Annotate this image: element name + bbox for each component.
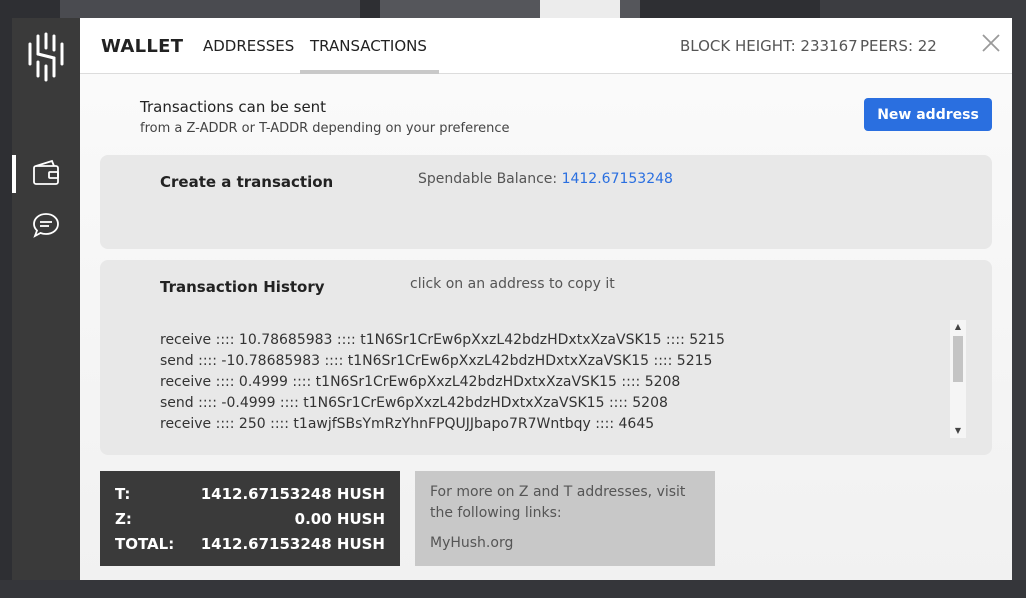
background-shape <box>60 0 360 20</box>
t-balance-value: 1412.67153248 HUSH <box>200 485 385 503</box>
sidebar <box>12 18 80 580</box>
chat-icon[interactable] <box>32 211 60 239</box>
background-shape <box>0 580 1026 598</box>
list-item[interactable]: receive :::: 250 :::: t1awjfSBsYmRzYhnFP… <box>160 414 950 435</box>
intro-title: Transactions can be sent <box>140 98 327 116</box>
intro-subtitle: from a Z-ADDR or T-ADDR depending on you… <box>140 121 510 136</box>
spendable-balance-label: Spendable Balance: <box>418 171 562 187</box>
top-bar: WALLET ADDRESSES TRANSACTIONS BLOCK HEIG… <box>80 18 1012 74</box>
block-height: BLOCK HEIGHT: 233167 <box>680 37 858 55</box>
spendable-balance-value[interactable]: 1412.67153248 <box>562 171 673 187</box>
new-address-button[interactable]: New address <box>864 98 992 131</box>
scroll-down-icon[interactable]: ▼ <box>950 424 966 438</box>
page-title: WALLET <box>101 36 184 57</box>
myhush-link[interactable]: MyHush.org <box>430 535 513 551</box>
t-balance-label: T: <box>115 485 131 503</box>
create-transaction-panel: Create a transaction Spendable Balance: … <box>100 155 992 249</box>
history-scrollbar[interactable]: ▲ ▼ <box>950 320 966 438</box>
close-icon[interactable] <box>980 32 1002 54</box>
tab-addresses[interactable]: ADDRESSES <box>203 37 294 55</box>
z-balance-label: Z: <box>115 510 132 528</box>
background-shape <box>540 0 620 20</box>
total-balance-value: 1412.67153248 HUSH <box>200 535 385 553</box>
z-balance-value: 0.00 HUSH <box>294 510 385 528</box>
list-item[interactable]: send :::: -10.78685983 :::: t1N6Sr1CrEw6… <box>160 351 950 372</box>
list-item[interactable]: receive :::: 0.4999 :::: t1N6Sr1CrEw6pXx… <box>160 372 950 393</box>
balance-totals: T: 1412.67153248 HUSH Z: 0.00 HUSH TOTAL… <box>100 471 400 566</box>
transaction-history-panel: Transaction History click on an address … <box>100 260 992 455</box>
background-shape <box>820 0 1026 20</box>
transaction-list[interactable]: receive :::: 10.78685983 :::: t1N6Sr1CrE… <box>160 330 950 442</box>
hush-logo-icon <box>26 30 66 82</box>
wallet-icon[interactable] <box>32 159 60 187</box>
create-transaction-title: Create a transaction <box>160 173 334 191</box>
total-balance-label: TOTAL: <box>115 535 175 553</box>
info-box: For more on Z and T addresses, visit the… <box>415 471 715 566</box>
main-window: WALLET ADDRESSES TRANSACTIONS BLOCK HEIG… <box>80 18 1012 580</box>
history-hint: click on an address to copy it <box>410 276 615 292</box>
active-nav-indicator <box>12 155 16 193</box>
info-text: For more on Z and T addresses, visit the… <box>430 484 686 521</box>
tab-transactions[interactable]: TRANSACTIONS <box>310 37 427 55</box>
spendable-balance: Spendable Balance: 1412.67153248 <box>418 171 673 187</box>
peers-count: PEERS: 22 <box>860 37 937 55</box>
transaction-history-title: Transaction History <box>160 278 325 296</box>
scroll-up-icon[interactable]: ▲ <box>950 320 966 334</box>
background-shape <box>1012 20 1026 598</box>
list-item[interactable]: send :::: -0.4999 :::: t1N6Sr1CrEw6pXxzL… <box>160 393 950 414</box>
list-item[interactable]: receive :::: 10.78685983 :::: t1N6Sr1CrE… <box>160 330 950 351</box>
scroll-thumb[interactable] <box>953 336 963 382</box>
active-tab-indicator <box>300 70 439 74</box>
